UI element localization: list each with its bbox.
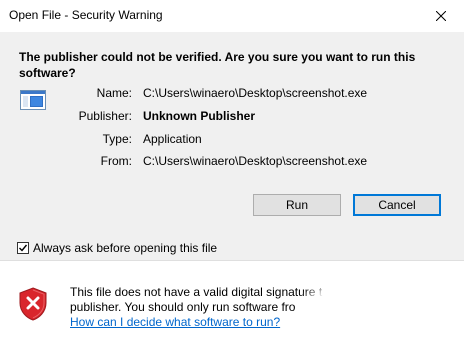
detail-value: C:\Users\winaero\Desktop\screenshot.exe (143, 86, 368, 100)
detail-row-type: Type: Application (0, 131, 464, 147)
warning-line-2: publisher. You should only run software … (70, 300, 296, 314)
warning-line-1: This file does not have a valid digital … (70, 285, 323, 299)
run-button[interactable]: Run (253, 194, 341, 216)
window-title: Open File - Security Warning (9, 8, 163, 22)
detail-label: From: (100, 154, 132, 168)
detail-label: Type: (102, 132, 132, 146)
detail-row-publisher: Publisher: Unknown Publisher (0, 108, 464, 124)
detail-row-from: From: C:\Users\winaero\Desktop\screensho… (0, 153, 464, 169)
detail-value: Application (143, 132, 202, 146)
cancel-button[interactable]: Cancel (353, 194, 441, 216)
always-ask-checkbox-row[interactable]: Always ask before opening this file (17, 240, 217, 256)
detail-row-name: Name: C:\Users\winaero\Desktop\screensho… (0, 85, 464, 101)
blurred-region (300, 268, 464, 342)
security-shield-x-icon (19, 287, 47, 321)
warning-headline: The publisher could not be verified. Are… (19, 50, 416, 80)
detail-label: Name: (96, 86, 132, 100)
always-ask-label: Always ask before opening this file (33, 241, 218, 255)
title-bar: Open File - Security Warning (0, 0, 464, 32)
detail-value: C:\Users\winaero\Desktop\screenshot.exe (143, 154, 368, 168)
detail-value: Unknown Publisher (143, 109, 256, 123)
detail-label: Publisher: (78, 109, 132, 123)
dialog-body: The publisher could not be verified. Are… (0, 32, 464, 260)
signature-warning-text: This file does not have a valid digital … (70, 285, 335, 330)
help-link[interactable]: How can I decide what software to run? (70, 315, 335, 330)
always-ask-checkbox[interactable] (17, 242, 29, 254)
close-button[interactable] (418, 0, 464, 31)
close-icon (436, 10, 446, 21)
checkmark-icon (19, 244, 28, 252)
